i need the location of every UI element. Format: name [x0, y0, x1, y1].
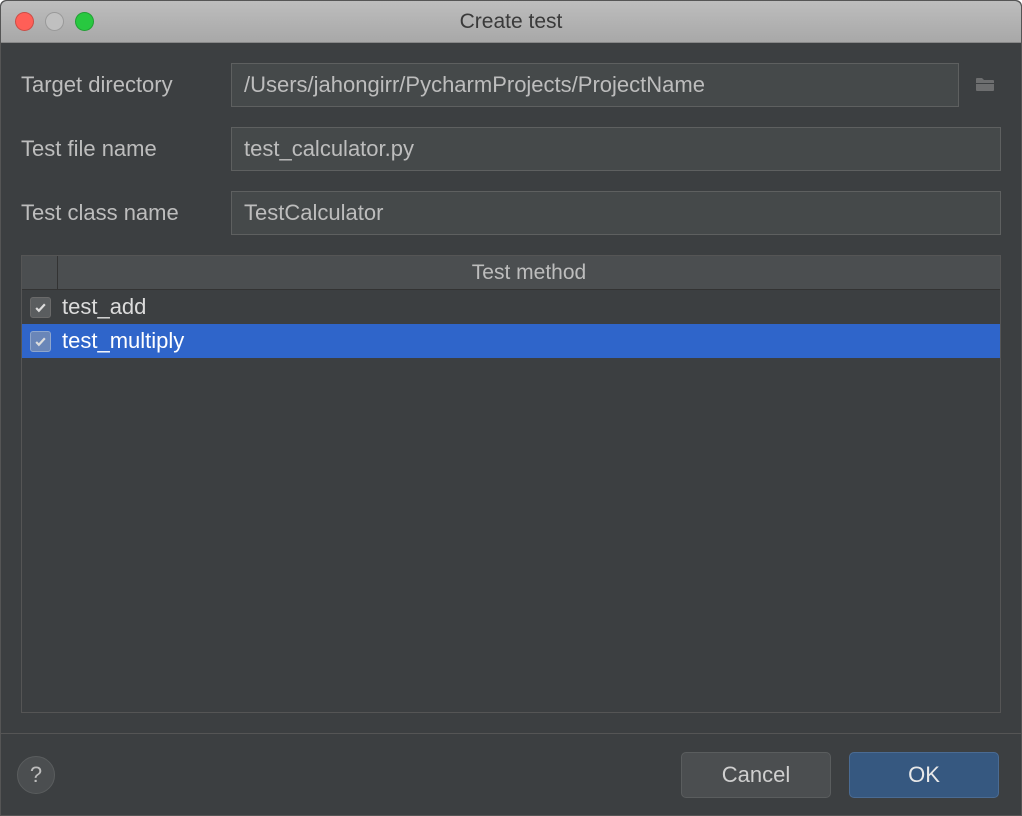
target-directory-field-wrap: /Users/jahongirr/PycharmProjects/Project…	[231, 63, 1001, 107]
table-cell-name: test_multiply	[58, 328, 1000, 354]
titlebar: Create test	[1, 1, 1021, 43]
table-row[interactable]: test_add	[22, 290, 1000, 324]
table-cell-name: test_add	[58, 294, 1000, 320]
window-title: Create test	[1, 10, 1021, 34]
table-header-check-col	[22, 256, 58, 289]
ok-button-label: OK	[908, 762, 940, 788]
zoom-icon[interactable]	[75, 12, 94, 31]
test-class-name-input[interactable]: TestCalculator	[231, 191, 1001, 235]
table-row[interactable]: test_multiply	[22, 324, 1000, 358]
help-button[interactable]: ?	[17, 756, 55, 794]
check-icon	[34, 335, 47, 348]
test-file-name-row: Test file name test_calculator.py	[21, 127, 1001, 171]
close-icon[interactable]	[15, 12, 34, 31]
folder-icon[interactable]	[969, 69, 1001, 101]
table-body: test_add test_multiply	[22, 290, 1000, 712]
ok-button[interactable]: OK	[849, 752, 999, 798]
dialog-content: Target directory /Users/jahongirr/Pychar…	[1, 43, 1021, 733]
target-directory-row: Target directory /Users/jahongirr/Pychar…	[21, 63, 1001, 107]
target-directory-label: Target directory	[21, 72, 231, 98]
table-cell-check	[22, 297, 58, 318]
window-controls	[15, 12, 94, 31]
table-header-name: Test method	[58, 256, 1000, 289]
check-icon	[34, 301, 47, 314]
test-file-name-label: Test file name	[21, 136, 231, 162]
dialog-footer: ? Cancel OK	[1, 733, 1021, 815]
minimize-icon[interactable]	[45, 12, 64, 31]
table-header: Test method	[22, 256, 1000, 290]
cancel-button[interactable]: Cancel	[681, 752, 831, 798]
test-file-name-input[interactable]: test_calculator.py	[231, 127, 1001, 171]
test-class-name-row: Test class name TestCalculator	[21, 191, 1001, 235]
help-icon: ?	[30, 762, 42, 788]
test-methods-table: Test method test_add test_multiply	[21, 255, 1001, 713]
test-class-name-label: Test class name	[21, 200, 231, 226]
dialog-window: Create test Target directory /Users/jaho…	[0, 0, 1022, 816]
checkbox[interactable]	[30, 331, 51, 352]
cancel-button-label: Cancel	[722, 762, 790, 788]
table-cell-check	[22, 331, 58, 352]
target-directory-input[interactable]: /Users/jahongirr/PycharmProjects/Project…	[231, 63, 959, 107]
checkbox[interactable]	[30, 297, 51, 318]
